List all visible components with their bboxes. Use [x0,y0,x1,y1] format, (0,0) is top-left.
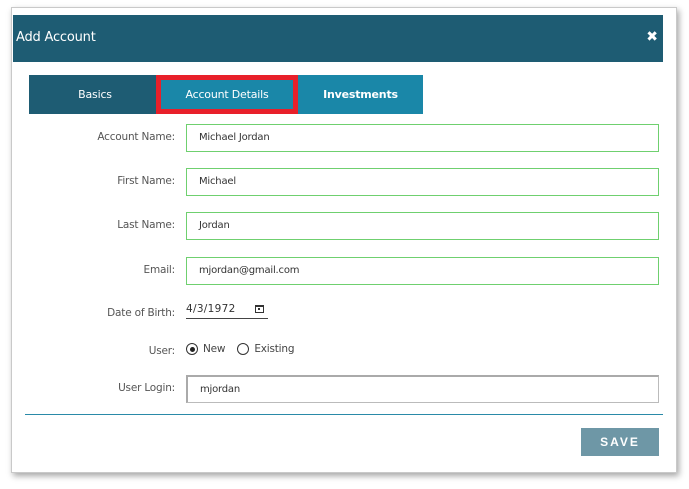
email-label: Email: [143,264,176,276]
last-name-field[interactable]: Jordan [186,212,659,240]
first-name-label: First Name: [117,175,175,187]
date-of-birth-label: Date of Birth: [107,307,175,319]
user-login-field[interactable]: mjordan [186,375,659,403]
user-existing-radio[interactable] [237,343,250,355]
account-name-label: Account Name: [97,131,175,143]
email-field[interactable]: mjordan@gmail.com [186,257,659,285]
date-of-birth-value: 4/3/1972 [186,303,236,315]
dialog-title: Add Account [16,30,96,45]
save-button[interactable]: SAVE [581,428,659,456]
account-name-field[interactable]: Michael Jordan [186,124,659,152]
tab-basics[interactable]: Basics [29,75,161,114]
tab-investments[interactable]: Investments [298,75,423,114]
date-of-birth-input[interactable]: 4/3/1972 [186,303,268,319]
user-new-label: New [203,343,226,355]
calendar-icon[interactable] [255,305,264,313]
user-existing-label: Existing [254,343,295,355]
user-label: User: [148,345,175,357]
user-login-label: User Login: [118,382,175,394]
user-radio-group: New Existing [186,343,306,355]
close-icon[interactable]: ✖ [646,28,658,44]
user-new-radio[interactable] [186,343,198,355]
first-name-field[interactable]: Michael [186,168,659,196]
tab-account-details[interactable]: Account Details [156,75,298,114]
last-name-label: Last Name: [117,219,175,231]
dialog-header: Add Account ✖ [13,15,663,62]
footer-divider [25,414,663,415]
